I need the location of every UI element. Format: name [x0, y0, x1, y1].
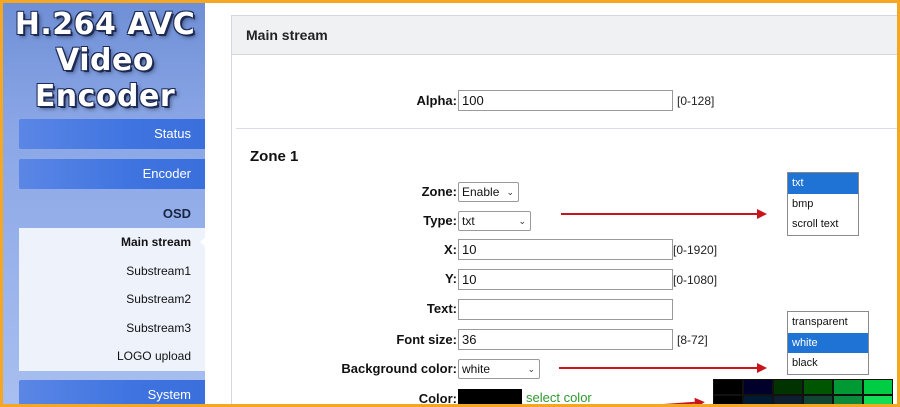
font-size-range: [8-72] [677, 333, 708, 347]
bg-color-dropdown-popup: transparent white black [787, 311, 869, 375]
nav-encoder[interactable]: Encoder [19, 159, 205, 189]
color-label: Color: [418, 391, 457, 406]
type-label: Type: [423, 213, 457, 228]
palette-swatch[interactable] [773, 394, 803, 404]
alpha-input[interactable] [458, 90, 673, 111]
section-divider [236, 128, 897, 129]
palette-swatch[interactable] [833, 379, 863, 395]
sidebar: H.264 AVC Video Encoder Status Encoder O… [3, 3, 206, 404]
arrow-to-type-popup [561, 209, 767, 219]
y-label: Y: [444, 271, 457, 286]
color-palette [713, 379, 893, 404]
chevron-down-icon: ⌄ [506, 187, 514, 197]
alpha-label: Alpha: [416, 93, 457, 108]
palette-swatch[interactable] [863, 394, 893, 404]
bg-color-select[interactable]: white ⌄ [458, 359, 540, 379]
osd-submenu: Main stream Substream1 Substream2 Substr… [19, 228, 206, 371]
nav-status[interactable]: Status [19, 119, 205, 149]
bg-option-transparent[interactable]: transparent [788, 312, 868, 333]
bg-color-label: Background color: [341, 361, 457, 376]
zone-title: Zone 1 [250, 148, 299, 165]
palette-swatch[interactable] [743, 394, 773, 404]
alpha-range: [0-128] [677, 94, 715, 108]
app-window: H.264 AVC Video Encoder Status Encoder O… [0, 0, 900, 407]
sidebar-item-substream1[interactable]: Substream1 [19, 257, 205, 286]
type-select-value: txt [462, 214, 475, 228]
color-swatch[interactable] [458, 389, 522, 404]
sidebar-item-substream2[interactable]: Substream2 [19, 285, 205, 314]
bg-color-select-value: white [462, 362, 491, 376]
zone-label: Zone: [421, 184, 457, 199]
sidebar-item-logo-upload[interactable]: LOGO upload [19, 342, 205, 371]
type-option-txt[interactable]: txt [788, 173, 858, 194]
zone-select-value: Enable [462, 185, 500, 199]
type-dropdown-popup: txt bmp scroll text [787, 172, 859, 236]
product-logo: H.264 AVC Video Encoder [7, 7, 203, 115]
palette-swatch[interactable] [773, 379, 803, 395]
type-select[interactable]: txt ⌄ [458, 211, 531, 231]
logo-line-2: Video Encoder [34, 43, 176, 114]
type-option-scroll-text[interactable]: scroll text [788, 214, 858, 235]
palette-swatch[interactable] [803, 394, 833, 404]
sidebar-item-main-stream[interactable]: Main stream [19, 228, 206, 257]
palette-swatch[interactable] [833, 394, 863, 404]
font-size-input[interactable] [458, 329, 673, 350]
x-input[interactable] [458, 239, 673, 260]
palette-swatch[interactable] [743, 379, 773, 395]
palette-swatch[interactable] [713, 394, 743, 404]
arrow-to-bg-popup [559, 363, 767, 373]
palette-swatch[interactable] [863, 379, 893, 395]
zone-select[interactable]: Enable ⌄ [458, 182, 519, 202]
nav-osd[interactable]: OSD [19, 203, 205, 225]
x-label: X: [444, 242, 457, 257]
select-color-link[interactable]: select color [526, 389, 592, 404]
text-input[interactable] [458, 299, 673, 320]
text-label: Text: [426, 301, 457, 316]
palette-swatch[interactable] [803, 379, 833, 395]
font-size-label: Font size: [396, 332, 457, 347]
type-option-bmp[interactable]: bmp [788, 194, 858, 215]
chevron-down-icon: ⌄ [527, 364, 535, 374]
palette-swatch[interactable] [713, 379, 743, 395]
panel-title: Main stream [232, 16, 897, 55]
bg-option-black[interactable]: black [788, 353, 868, 374]
y-input[interactable] [458, 269, 673, 290]
bg-option-white[interactable]: white [788, 332, 868, 353]
nav-system[interactable]: System [19, 380, 205, 404]
chevron-down-icon: ⌄ [518, 216, 526, 226]
sidebar-item-substream3[interactable]: Substream3 [19, 314, 205, 343]
y-range: [0-1080] [673, 273, 718, 287]
logo-line-1: H.264 AVC [14, 7, 196, 42]
x-range: [0-1920] [673, 243, 718, 257]
